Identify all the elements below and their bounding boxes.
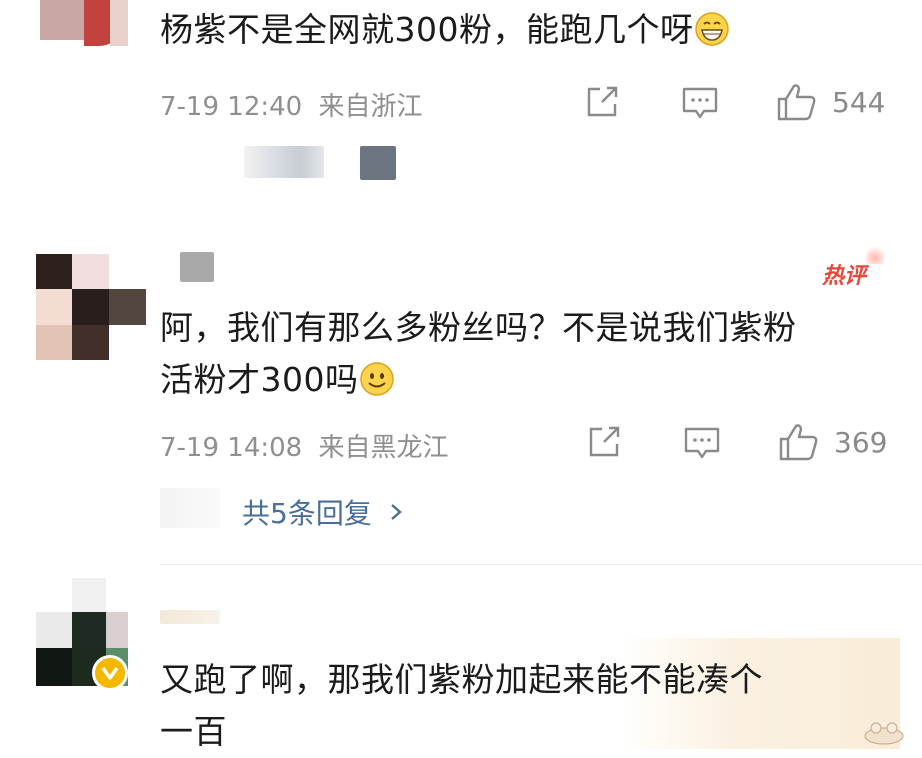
blurred-content <box>360 146 396 180</box>
comment-2-text-line1: 阿，我们有那么多粉丝吗？不是说我们紫粉 <box>160 308 797 347</box>
blurred-username <box>160 610 220 624</box>
comment-2-date: 7-19 14:08 <box>160 433 303 463</box>
comment-divider <box>160 564 922 565</box>
grinning-face-emoji <box>694 10 730 62</box>
smiling-face-emoji <box>359 360 395 412</box>
comment-1-avatar[interactable] <box>40 0 128 46</box>
comment-icon <box>684 427 720 459</box>
comment-3-text: 又跑了啊，那我们紫粉加起来能不能凑个 一百 <box>160 654 763 758</box>
blurred-content <box>244 146 324 178</box>
comment-2-like-count: 369 <box>834 425 888 459</box>
comment-2-reply-button[interactable] <box>682 424 722 462</box>
thumbs-up-icon <box>779 424 818 461</box>
comment-1-like-count: 544 <box>832 85 886 119</box>
comment-1-meta: 7-19 12:40 来自浙江 <box>160 86 422 123</box>
verified-badge-icon <box>92 655 128 691</box>
comment-2-avatar[interactable] <box>36 254 146 360</box>
comment-1-text: 杨紫不是全网就300粉，能跑几个呀 <box>160 4 730 62</box>
comment-1-like-button[interactable]: 544 <box>776 82 885 122</box>
comment-1-reply-button[interactable] <box>680 84 720 122</box>
comment-2-meta: 7-19 14:08 来自黑龙江 <box>160 427 448 464</box>
view-replies-label: 共5条回复 <box>242 497 372 530</box>
comment-2-text: 阿，我们有那么多粉丝吗？不是说我们紫粉 活粉才300吗 <box>160 302 797 412</box>
chevron-right-icon <box>391 504 402 520</box>
flame-icon <box>866 244 884 264</box>
comment-2-like-button[interactable]: 369 <box>778 422 887 462</box>
comment-1-share-button[interactable] <box>584 84 622 120</box>
comment-2-share-button[interactable] <box>586 424 624 460</box>
share-icon <box>587 86 618 117</box>
comment-icon <box>682 87 718 119</box>
comment-2-location: 来自黑龙江 <box>318 433 449 463</box>
comment-3-text-line1: 又跑了啊，那我们紫粉加起来能不能凑个 <box>160 660 763 699</box>
comment-3-text-line2: 一百 <box>160 712 227 751</box>
blurred-username <box>180 252 214 282</box>
thumbs-up-icon <box>777 84 816 121</box>
view-replies-link[interactable]: 共5条回复 <box>242 492 406 532</box>
comment-1-date: 7-19 12:40 <box>160 92 303 122</box>
decorative-sticker-icon <box>862 718 906 746</box>
hot-comment-badge: 热评 <box>822 264 867 289</box>
comment-1-location: 来自浙江 <box>318 92 423 122</box>
comment-2-text-line2: 活粉才300吗 <box>160 354 797 412</box>
share-icon <box>589 426 620 457</box>
replies-box <box>160 488 220 528</box>
